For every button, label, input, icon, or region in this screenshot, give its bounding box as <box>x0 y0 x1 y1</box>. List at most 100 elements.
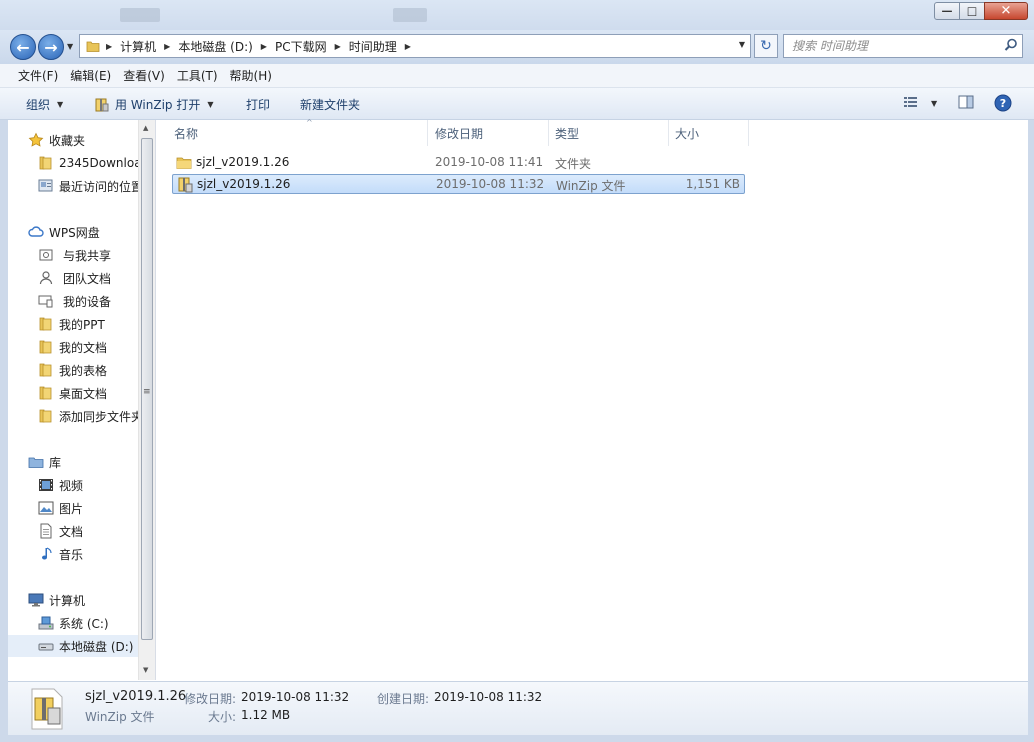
address-row: ← → ▼ ▶ 计算机 ▶ 本地磁盘 (D:) ▶ PC下载网 ▶ 时间助理 ▶… <box>0 30 1034 64</box>
nav-item-desktop-docs[interactable]: 桌面文档 <box>38 382 107 404</box>
nav-item-drive-c[interactable]: 系统 (C:) <box>38 612 109 634</box>
help-icon: ? <box>994 94 1012 115</box>
folder-icon <box>38 339 54 355</box>
menu-help[interactable]: 帮助(H) <box>224 67 278 84</box>
grip-icon: ≡ <box>143 387 151 397</box>
nav-item-label: 系统 (C:) <box>59 616 109 631</box>
search-input[interactable] <box>784 35 984 57</box>
maximize-button[interactable]: □ <box>959 2 985 20</box>
computer-icon <box>28 592 44 608</box>
chevron-right-icon[interactable]: ▶ <box>405 42 411 51</box>
file-row[interactable]: sjzl_v2019.1.26 2019-10-08 11:41 文件夹 <box>172 153 745 173</box>
organize-button[interactable]: 组织 ▼ <box>26 96 63 113</box>
breadcrumb-drive-d[interactable]: 本地磁盘 (D:) <box>178 38 252 55</box>
minimize-button[interactable]: — <box>934 2 960 20</box>
chevron-right-icon[interactable]: ▶ <box>106 42 112 51</box>
chevron-right-icon[interactable]: ▶ <box>335 42 341 51</box>
nav-item-my-documents[interactable]: 我的文档 <box>38 336 107 358</box>
address-dropdown[interactable]: ▼ <box>739 40 745 49</box>
forward-button[interactable]: → <box>38 34 64 60</box>
nav-item-music[interactable]: 音乐 <box>38 543 83 565</box>
search-box[interactable] <box>783 34 1023 58</box>
menu-tools[interactable]: 工具(T) <box>171 67 224 84</box>
nav-scroll-thumb[interactable]: ≡ <box>141 138 153 640</box>
nav-libraries-label: 库 <box>49 455 62 470</box>
nav-item-2345downloads[interactable]: 2345Downloads <box>38 152 153 174</box>
folder-icon <box>176 155 192 171</box>
details-size-label: 大小: <box>208 710 237 724</box>
view-list-icon <box>903 94 919 113</box>
menu-file[interactable]: 文件(F) <box>12 67 64 84</box>
navigation-pane: 收藏夹 2345Downloads 最近访问的位置 WPS网盘 与我共享 团队文… <box>8 120 153 680</box>
nav-item-drive-d[interactable]: 本地磁盘 (D:) <box>8 635 153 657</box>
nav-item-my-spreadsheets[interactable]: 我的表格 <box>38 359 107 381</box>
preview-pane-button[interactable] <box>958 94 974 113</box>
open-with-label: 用 WinZip 打开 <box>115 98 201 112</box>
details-pane: sjzl_v2019.1.26 WinZip 文件 修改日期: 2019-10-… <box>8 681 1028 735</box>
file-list: 名称 ^ 修改日期 类型 大小 sjzl_v2019.1.26 2019-10-… <box>156 118 1028 680</box>
breadcrumb-pc-download[interactable]: PC下载网 <box>275 38 327 55</box>
recent-pages-dropdown[interactable]: ▼ <box>67 42 73 51</box>
details-file-name: sjzl_v2019.1.26 <box>85 689 187 704</box>
column-header-size[interactable]: 大小 <box>669 120 749 146</box>
nav-item-recent-places[interactable]: 最近访问的位置 <box>38 175 143 197</box>
print-label: 打印 <box>246 98 271 112</box>
back-button[interactable]: ← <box>10 34 36 60</box>
nav-scrollbar[interactable]: ▲ ≡ ▼ <box>138 120 155 680</box>
address-bar[interactable]: ▶ 计算机 ▶ 本地磁盘 (D:) ▶ PC下载网 ▶ 时间助理 ▶ ▼ <box>79 34 751 58</box>
nav-item-pictures[interactable]: 图片 <box>38 497 83 519</box>
print-button[interactable]: 打印 <box>246 96 270 113</box>
nav-item-label: 桌面文档 <box>59 386 108 401</box>
nav-wps-label: WPS网盘 <box>49 225 100 240</box>
nav-item-videos[interactable]: 视频 <box>38 474 83 496</box>
scroll-up-icon[interactable]: ▲ <box>143 124 148 132</box>
menu-view[interactable]: 查看(V) <box>117 67 171 84</box>
nav-item-documents[interactable]: 文档 <box>38 520 83 542</box>
devices-icon <box>38 293 54 309</box>
title-blur-right <box>393 8 427 22</box>
close-button[interactable]: ✕ <box>984 2 1028 20</box>
folder-icon <box>38 155 54 171</box>
nav-item-team-docs[interactable]: 团队文档 <box>38 267 111 289</box>
library-icon <box>28 454 44 470</box>
nav-item-label: 本地磁盘 (D:) <box>59 639 134 654</box>
help-button[interactable]: ? <box>994 94 1012 115</box>
sort-ascending-icon: ^ <box>306 118 313 127</box>
nav-item-my-ppt[interactable]: 我的PPT <box>38 313 105 335</box>
winzip-icon <box>177 177 193 193</box>
nav-item-shared-with-me[interactable]: 与我共享 <box>38 244 111 266</box>
menu-edit[interactable]: 编辑(E) <box>64 67 117 84</box>
nav-item-label: 图片 <box>59 501 84 516</box>
camera-icon <box>38 247 54 263</box>
organize-label: 组织 <box>26 98 51 112</box>
new-folder-button[interactable]: 新建文件夹 <box>300 96 360 113</box>
cloud-icon <box>28 224 44 240</box>
breadcrumb-time-assistant[interactable]: 时间助理 <box>349 38 397 55</box>
music-icon <box>38 546 54 562</box>
chevron-right-icon[interactable]: ▶ <box>164 42 170 51</box>
scroll-down-icon[interactable]: ▼ <box>143 666 148 674</box>
file-row-selected[interactable]: sjzl_v2019.1.26 2019-10-08 11:32 WinZip … <box>172 174 745 194</box>
details-file-type: WinZip 文件 <box>85 710 155 724</box>
chevron-down-icon: ▼ <box>57 100 64 109</box>
nav-favorites[interactable]: 收藏夹 <box>28 129 85 151</box>
nav-computer[interactable]: 计算机 <box>28 589 85 611</box>
recent-places-icon <box>38 178 54 194</box>
nav-item-label: 音乐 <box>59 547 84 562</box>
chevron-right-icon[interactable]: ▶ <box>261 42 267 51</box>
open-with-winzip-button[interactable]: 用 WinZip 打开 ▼ <box>94 96 214 113</box>
window-frame-right <box>1028 120 1034 735</box>
column-header-modified[interactable]: 修改日期 <box>429 120 549 146</box>
column-header-name[interactable]: 名称 ^ <box>168 118 428 146</box>
nav-item-my-devices[interactable]: 我的设备 <box>38 290 111 312</box>
view-options-button[interactable]: ▼ <box>903 94 937 113</box>
refresh-button[interactable]: ↻ <box>754 34 778 58</box>
breadcrumb-computer[interactable]: 计算机 <box>120 38 156 55</box>
nav-wps-cloud[interactable]: WPS网盘 <box>28 221 100 243</box>
search-icon[interactable] <box>1004 38 1018 52</box>
column-header-type[interactable]: 类型 <box>549 120 669 146</box>
svg-text:?: ? <box>1000 97 1006 110</box>
nav-item-add-sync-folder[interactable]: 添加同步文件夹 <box>38 405 143 427</box>
window-frame-bottom <box>0 735 1034 742</box>
nav-libraries[interactable]: 库 <box>28 451 61 473</box>
